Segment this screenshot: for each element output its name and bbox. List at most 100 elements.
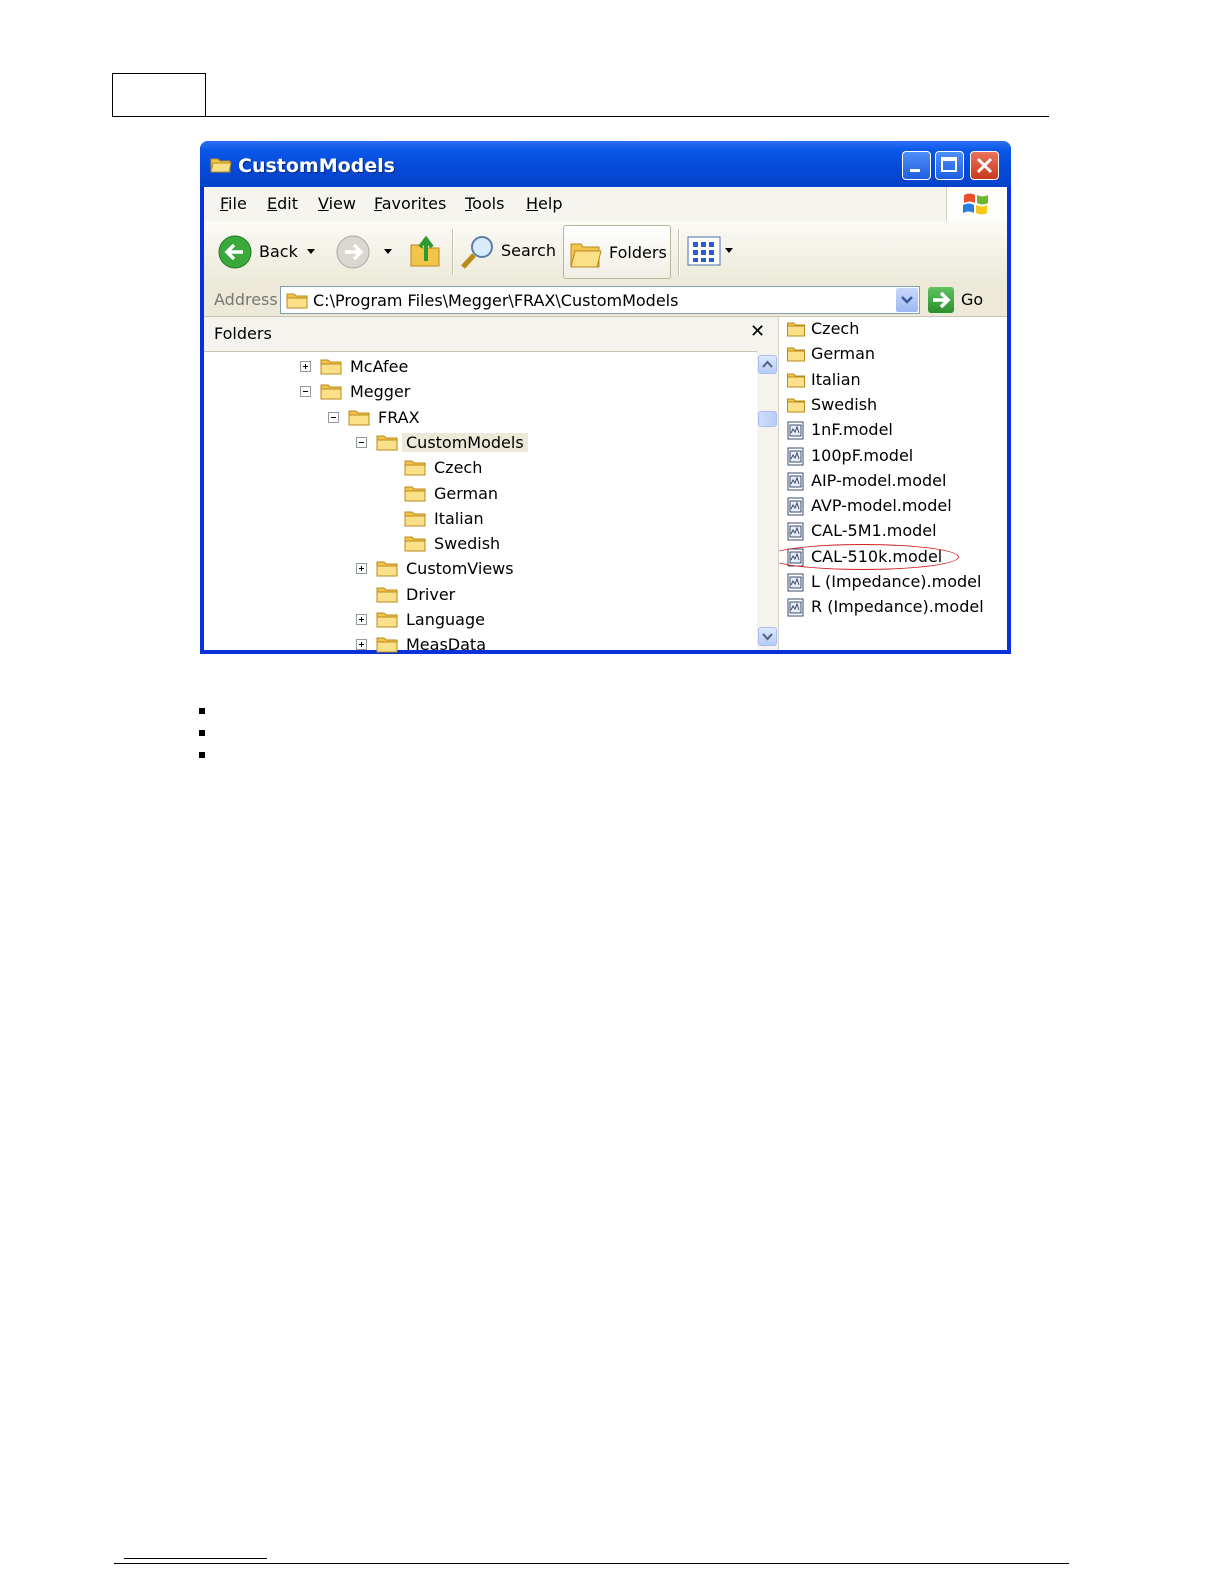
tree-item-czech[interactable]: Czech (384, 456, 684, 480)
tree-item-frax[interactable]: FRAX (328, 406, 628, 430)
close-icon (976, 157, 993, 174)
scroll-thumb[interactable] (758, 411, 777, 427)
folder-icon (376, 612, 398, 628)
tree-item-megger[interactable]: Megger (300, 380, 600, 404)
address-input[interactable]: C:\Program Files\Megger\FRAX\CustomModel… (280, 286, 920, 314)
expand-plus-icon[interactable] (300, 361, 311, 372)
bullet-2 (199, 730, 205, 736)
tree-item-language[interactable]: Language (356, 608, 656, 632)
tree-item-swedish[interactable]: Swedish (384, 532, 684, 556)
folder-icon (320, 384, 342, 400)
minimize-icon (910, 169, 920, 172)
address-value: C:\Program Files\Megger\FRAX\CustomModel… (313, 291, 679, 310)
file-list-folder[interactable]: Swedish (785, 393, 1000, 417)
up-folder-icon[interactable] (408, 231, 442, 269)
file-list-model[interactable]: 1nF.model (785, 418, 1000, 442)
chevron-down-icon (901, 296, 913, 304)
toolbar-separator (452, 229, 454, 275)
views-icon[interactable] (687, 236, 737, 266)
model-file-icon (787, 497, 804, 516)
file-name: Italian (811, 369, 861, 389)
maximize-button[interactable] (935, 151, 964, 180)
file-name: AVP-model.model (811, 496, 952, 516)
tree-item-label: MeasData (406, 635, 486, 654)
file-list-model[interactable]: L (Impedance).model (785, 570, 1000, 594)
folder-open-icon (210, 158, 232, 173)
folder-icon (376, 435, 398, 451)
tree-item-german[interactable]: German (384, 482, 684, 506)
go-button[interactable] (928, 287, 954, 313)
file-list-folder[interactable]: Czech (785, 317, 1000, 341)
address-dropdown-button[interactable] (896, 288, 918, 312)
menu-help[interactable]: Help (526, 194, 562, 213)
file-list-model[interactable]: CAL-5M1.model (785, 519, 1000, 543)
menu-file[interactable]: File (220, 194, 247, 213)
file-name: 100pF.model (811, 445, 914, 465)
close-pane-icon[interactable]: ✕ (750, 321, 765, 342)
menu-edit[interactable]: Edit (267, 194, 298, 213)
folder-icon (787, 347, 805, 362)
file-list-model[interactable]: R (Impedance).model (785, 595, 1000, 619)
tree-item-customviews[interactable]: CustomViews (356, 557, 656, 581)
title-bar[interactable]: CustomModels (200, 141, 1011, 187)
tree-item-italian[interactable]: Italian (384, 507, 684, 531)
file-name: Swedish (811, 394, 878, 414)
collapse-minus-icon[interactable] (300, 386, 311, 398)
file-list-model[interactable]: 100pF.model (785, 444, 1000, 468)
menu-view[interactable]: View (318, 194, 356, 213)
window-title: CustomModels (238, 155, 395, 177)
tree-item-custommodels[interactable]: CustomModels (356, 431, 656, 455)
window-client: File Edit View Favorites Tools Help Back (204, 187, 1007, 654)
search-button[interactable]: Search (501, 241, 556, 260)
tree-item-mcafee[interactable]: McAfee (300, 355, 600, 379)
file-list-pane: Czech German Italian Swedish 1nF.model 100pF.… (779, 317, 1007, 650)
go-label[interactable]: Go (961, 290, 983, 309)
folder-icon (787, 322, 805, 337)
folders-button[interactable]: Folders (563, 225, 671, 279)
file-list-model[interactable]: CAL-510k.model (779, 543, 1000, 570)
tree-item-label: Megger (350, 382, 411, 402)
file-list-model[interactable]: AVP-model.model (785, 494, 1000, 518)
tree-item-measdata[interactable]: MeasData (356, 633, 656, 654)
go-arrow-icon (933, 291, 951, 309)
back-dropdown-icon[interactable] (306, 248, 316, 256)
model-file-icon (787, 573, 804, 592)
file-name: CAL-5M1.model (811, 521, 937, 541)
maximize-icon (941, 157, 957, 172)
file-name: German (811, 344, 876, 364)
folders-icon (570, 243, 602, 268)
model-file-icon (787, 447, 804, 465)
forward-arrow-icon[interactable] (336, 235, 370, 269)
page-number-box (112, 73, 206, 117)
close-button[interactable] (970, 151, 999, 180)
folder-icon (376, 637, 398, 653)
minimize-button[interactable] (902, 151, 931, 180)
tree-item-driver[interactable]: Driver (356, 583, 656, 607)
menu-tools[interactable]: Tools (465, 194, 504, 213)
tree-item-label: McAfee (350, 357, 409, 376)
folders-scrollbar[interactable] (757, 351, 778, 650)
toolbar: Back Search Folders (204, 221, 1007, 285)
forward-dropdown-icon[interactable] (383, 248, 393, 256)
back-arrow-icon[interactable] (218, 235, 252, 269)
scroll-down-button[interactable] (758, 627, 777, 646)
back-button[interactable]: Back (259, 242, 298, 261)
expand-plus-icon[interactable] (356, 563, 367, 575)
toolbar-separator (678, 229, 680, 275)
expand-plus-icon[interactable] (356, 614, 367, 625)
search-icon[interactable] (460, 233, 496, 271)
model-file-icon (787, 598, 804, 617)
folders-pane-title: Folders (214, 324, 272, 343)
file-name: 1nF.model (811, 420, 893, 440)
tree-item-label: CustomModels (402, 432, 528, 452)
highlight-ellipse (779, 543, 959, 570)
file-list-model[interactable]: AIP-model.model (785, 469, 1000, 493)
menu-favorites[interactable]: Favorites (374, 194, 446, 213)
collapse-minus-icon[interactable] (356, 436, 367, 448)
chevron-up-icon (762, 360, 773, 368)
file-list-folder[interactable]: German (785, 342, 1000, 366)
file-list-folder[interactable]: Italian (785, 368, 1000, 392)
collapse-minus-icon[interactable] (328, 411, 339, 423)
expand-plus-icon[interactable] (356, 639, 367, 651)
scroll-up-button[interactable] (758, 355, 777, 374)
